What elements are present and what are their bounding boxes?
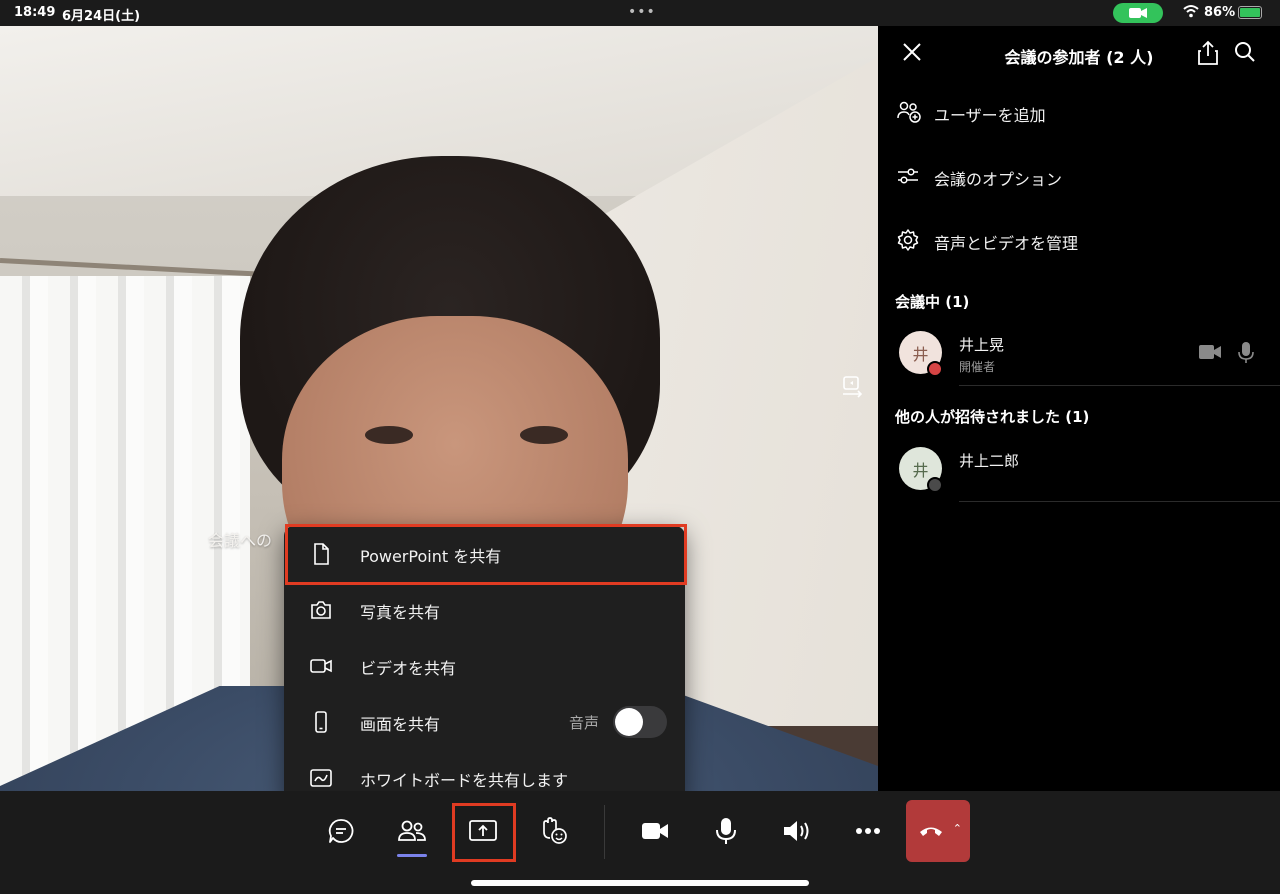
- section-in-meeting: 会議中 (1): [895, 293, 970, 311]
- audio-label: 音声: [569, 714, 600, 732]
- speaker-button[interactable]: [769, 803, 825, 859]
- presence-offline-icon: [927, 477, 943, 493]
- meeting-toolbar: ⌃: [0, 791, 1280, 894]
- hangup-icon: [920, 827, 942, 836]
- audio-video-settings-row[interactable]: 音声とビデオを管理: [878, 216, 1280, 264]
- add-user-icon: [897, 101, 921, 123]
- video-icon: [642, 823, 668, 839]
- people-icon: [398, 820, 426, 841]
- video-camera-icon: [1129, 8, 1147, 18]
- sliders-icon: [898, 168, 918, 184]
- participant-row[interactable]: 井 井上晃 開催者: [878, 326, 1280, 386]
- multitask-dots-icon[interactable]: •••: [628, 4, 656, 20]
- camera-icon: [311, 601, 331, 619]
- person-eye-left: [365, 426, 413, 444]
- home-indicator[interactable]: [471, 880, 809, 886]
- share-powerpoint-label: PowerPoint を共有: [360, 547, 502, 566]
- row-divider: [959, 501, 1280, 502]
- participant-name: 井上晃: [959, 336, 1005, 354]
- phone-icon: [315, 711, 327, 733]
- leave-meeting-button[interactable]: ⌃: [906, 800, 970, 862]
- share-menu: PowerPoint を共有 写真を共有 ビデオを共有 画面を共有 音声 ホワイ…: [284, 526, 685, 804]
- share-screen-item[interactable]: 画面を共有 音声: [284, 694, 685, 750]
- chat-icon: [328, 819, 354, 843]
- speaker-icon: [784, 821, 809, 841]
- share-whiteboard-label: ホワイトボードを共有します: [360, 771, 569, 790]
- wifi-icon: [1183, 5, 1199, 18]
- camera-in-use-indicator[interactable]: [1113, 3, 1163, 23]
- participant-name: 井上二郎: [959, 452, 1020, 470]
- toolbar-divider: [604, 805, 605, 859]
- audio-toggle[interactable]: [613, 706, 667, 738]
- battery-icon: [1238, 6, 1262, 19]
- highlight-box-share: [452, 803, 516, 862]
- presence-busy-icon: [927, 361, 943, 377]
- status-date: 6月24日(土): [62, 9, 141, 24]
- share-powerpoint-item[interactable]: PowerPoint を共有: [284, 526, 685, 582]
- more-icon: [856, 828, 880, 834]
- status-bar: 18:49 6月24日(土) ••• 86%: [0, 0, 1280, 26]
- chevron-up-icon[interactable]: ⌃: [953, 822, 962, 835]
- gear-icon: [897, 229, 919, 251]
- chat-button[interactable]: [313, 803, 369, 859]
- share-video-item[interactable]: ビデオを共有: [284, 638, 685, 694]
- camera-toggle-button[interactable]: [627, 803, 683, 859]
- active-tab-indicator: [397, 854, 427, 857]
- raise-hand-icon: [543, 817, 567, 844]
- meeting-options-label: 会議のオプション: [934, 170, 1063, 189]
- switch-camera-icon[interactable]: [840, 374, 866, 400]
- audio-video-settings-label: 音声とビデオを管理: [934, 234, 1079, 253]
- share-screen-label: 画面を共有: [360, 715, 441, 734]
- video-hint-text: 会議への: [208, 531, 273, 550]
- video-icon: [1199, 345, 1221, 359]
- video-icon: [310, 659, 332, 673]
- file-icon: [314, 543, 329, 565]
- participants-panel: 会議の参加者 (2 人) ユーザーを追加 会議のオプション 音声とビデオを管理 …: [878, 26, 1280, 791]
- add-user-label: ユーザーを追加: [934, 106, 1046, 125]
- share-photo-item[interactable]: 写真を共有: [284, 582, 685, 638]
- mic-icon: [716, 818, 736, 844]
- add-user-row[interactable]: ユーザーを追加: [878, 88, 1280, 136]
- share-photo-label: 写真を共有: [360, 603, 441, 622]
- reactions-button[interactable]: [526, 803, 582, 859]
- meeting-options-row[interactable]: 会議のオプション: [878, 152, 1280, 200]
- audio-toggle-knob: [615, 708, 643, 736]
- search-icon[interactable]: [1233, 40, 1257, 64]
- section-invited: 他の人が招待されました (1): [895, 408, 1090, 426]
- whiteboard-icon: [310, 769, 332, 787]
- participant-row[interactable]: 井 井上二郎: [878, 442, 1280, 502]
- status-time: 18:49: [14, 5, 56, 20]
- row-divider: [959, 385, 1280, 386]
- share-upload-icon[interactable]: [1196, 40, 1220, 66]
- battery-percent: 86%: [1204, 5, 1236, 20]
- participants-button[interactable]: [384, 803, 440, 859]
- participant-role: 開催者: [959, 360, 996, 374]
- person-eye-right: [520, 426, 568, 444]
- share-video-label: ビデオを共有: [360, 659, 457, 678]
- more-options-button[interactable]: [840, 803, 896, 859]
- mic-icon: [1238, 342, 1254, 363]
- mute-button[interactable]: [698, 803, 754, 859]
